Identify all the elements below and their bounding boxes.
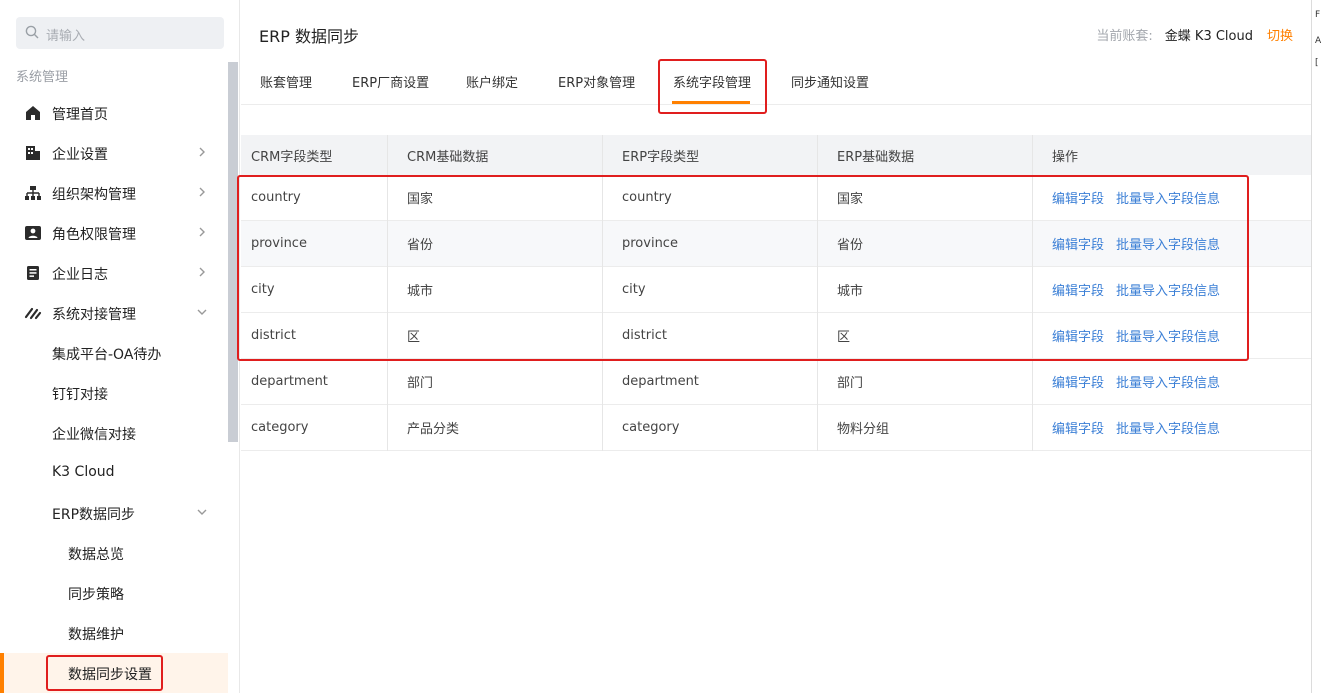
chevron-down-icon — [197, 309, 207, 315]
table-row: department 部门 department 部门 编辑字段 批量导入字段信息 — [241, 359, 1311, 405]
page-title: ERP 数据同步 — [259, 27, 359, 46]
sidebar-subsubitem-overview[interactable]: 数据总览 — [0, 533, 228, 573]
search-placeholder: 请输入 — [46, 29, 86, 44]
sidebar-item-label: K3 Cloud — [52, 464, 115, 480]
sidebar-item-label: 企业微信对接 — [52, 427, 136, 443]
tab-bar: 账套管理 ERP厂商设置 账户绑定 ERP对象管理 系统字段管理 同步通知设置 — [241, 58, 1311, 114]
sidebar-item-org[interactable]: 组织架构管理 — [0, 173, 228, 213]
sidebar-subitem-erp-sync[interactable]: ERP数据同步 — [0, 493, 228, 533]
column-header: CRM基础数据 — [407, 149, 489, 165]
switch-account-link[interactable]: 切换 — [1267, 29, 1293, 44]
table-cell: category — [251, 420, 309, 435]
tab-erp-vendor[interactable]: ERP厂商设置 — [352, 72, 429, 91]
sidebar-item-home[interactable]: 管理首页 — [0, 93, 228, 133]
highlight-box-sidebar — [46, 655, 163, 691]
search-input[interactable]: 请输入 — [16, 17, 224, 49]
sidebar-item-company-settings[interactable]: 企业设置 — [0, 133, 228, 173]
sidebar-item-label: 角色权限管理 — [52, 227, 136, 243]
table-actions: 编辑字段 批量导入字段信息 — [1032, 405, 1232, 450]
account-value: 金蝶 K3 Cloud — [1164, 29, 1253, 44]
sidebar-item-label: 管理首页 — [52, 107, 108, 123]
chevron-right-icon — [199, 147, 205, 157]
table-row: category 产品分类 category 物料分组 编辑字段 批量导入字段信息 — [241, 405, 1311, 451]
sidebar-item-label: 同步策略 — [68, 587, 124, 603]
sidebar-item-logs[interactable]: 企业日志 — [0, 253, 228, 293]
search-icon — [25, 25, 39, 39]
org-chart-icon — [25, 186, 41, 200]
id-card-icon — [25, 226, 41, 240]
table-actions: 编辑字段 批量导入字段信息 — [1032, 359, 1232, 404]
edge-glyph: F — [1315, 10, 1321, 20]
highlight-box-rows — [237, 175, 1249, 361]
home-icon — [26, 106, 40, 120]
sidebar-item-roles[interactable]: 角色权限管理 — [0, 213, 228, 253]
edit-field-link[interactable]: 编辑字段 — [1052, 418, 1104, 437]
sidebar-item-label: 企业设置 — [52, 147, 108, 163]
sidebar-item-label: 数据维护 — [68, 627, 124, 643]
table-cell: 部门 — [407, 376, 434, 391]
main-content: ERP 数据同步 当前账套: 金蝶 K3 Cloud 切换 账套管理 ERP厂商设置… — [237, 0, 1311, 693]
table-cell: department — [622, 374, 699, 389]
table-cell: department — [251, 374, 328, 389]
chevron-right-icon — [199, 267, 205, 277]
bulk-import-link[interactable]: 批量导入字段信息 — [1116, 418, 1220, 437]
sidebar-item-label: ERP数据同步 — [52, 507, 136, 523]
table-cell: category — [622, 420, 680, 435]
highlight-box-tab — [658, 59, 767, 114]
account-info: 当前账套: 金蝶 K3 Cloud 切换 — [1096, 25, 1293, 44]
sidebar-section-title: 系统管理 — [16, 70, 69, 85]
column-header: 操作 — [1052, 149, 1079, 165]
sidebar-item-label: 钉钉对接 — [52, 387, 108, 403]
sidebar-item-label: 企业日志 — [52, 267, 108, 283]
tab-sync-notify[interactable]: 同步通知设置 — [791, 72, 869, 91]
sidebar-subsubitem-maintenance[interactable]: 数据维护 — [0, 613, 228, 653]
tab-account-set[interactable]: 账套管理 — [260, 72, 312, 91]
sidebar-item-label: 集成平台-OA待办 — [52, 347, 162, 363]
chevron-right-icon — [199, 227, 205, 237]
tab-erp-objects[interactable]: ERP对象管理 — [558, 72, 635, 91]
tab-account-binding[interactable]: 账户绑定 — [466, 72, 518, 91]
column-header: ERP基础数据 — [837, 149, 915, 165]
bulk-import-link[interactable]: 批量导入字段信息 — [1116, 372, 1220, 391]
sidebar: 请输入 系统管理 管理首页 企业设置 组织架构管理 角色权限管理 企业日志 系统… — [0, 0, 240, 693]
table-cell: 产品分类 — [407, 422, 460, 437]
account-label: 当前账套: — [1096, 29, 1153, 44]
sidebar-item-label: 组织架构管理 — [52, 187, 136, 203]
sidebar-subitem-wecom[interactable]: 企业微信对接 — [0, 413, 228, 453]
table-header: CRM字段类型 CRM基础数据 ERP字段类型 ERP基础数据 操作 — [241, 135, 1311, 175]
sidebar-item-label: 数据总览 — [68, 547, 124, 563]
sidebar-subitem-k3cloud[interactable]: K3 Cloud — [0, 453, 228, 493]
sidebar-item-integration[interactable]: 系统对接管理 — [0, 293, 228, 333]
sidebar-subitem-dingtalk[interactable]: 钉钉对接 — [0, 373, 228, 413]
column-header: CRM字段类型 — [251, 149, 333, 165]
right-edge-panel: F A [ — [1311, 0, 1323, 693]
column-header: ERP字段类型 — [622, 149, 700, 165]
document-icon — [27, 266, 39, 280]
chevron-down-icon — [197, 509, 207, 515]
building-icon — [26, 146, 40, 160]
sidebar-subitem-oa[interactable]: 集成平台-OA待办 — [0, 333, 228, 373]
table-cell: 部门 — [837, 376, 864, 391]
sidebar-item-label: 系统对接管理 — [52, 307, 136, 323]
link-icon — [24, 307, 42, 320]
edit-field-link[interactable]: 编辑字段 — [1052, 372, 1104, 391]
table-cell: 物料分组 — [837, 422, 890, 437]
edge-glyph: [ — [1315, 58, 1319, 68]
chevron-right-icon — [199, 187, 205, 197]
sidebar-subsubitem-strategy[interactable]: 同步策略 — [0, 573, 228, 613]
edge-glyph: A — [1315, 36, 1322, 46]
